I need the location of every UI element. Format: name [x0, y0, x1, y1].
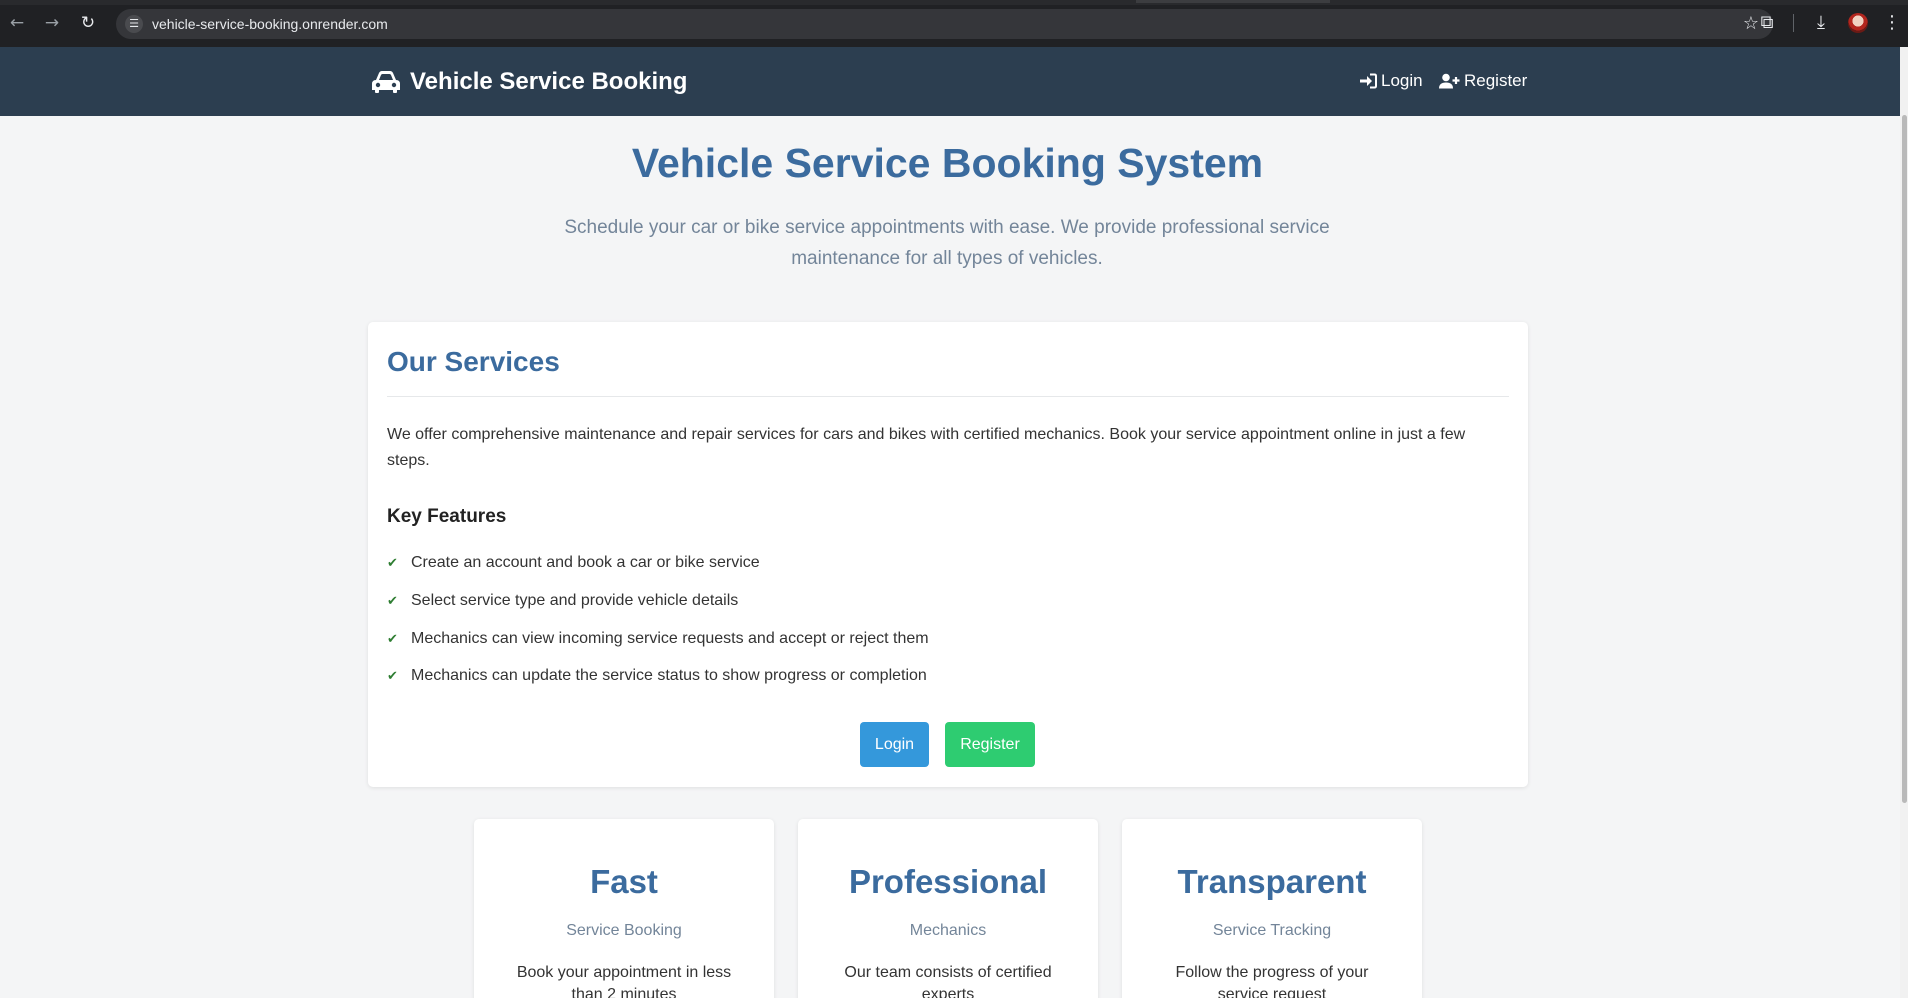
reload-icon[interactable]: ↻: [78, 13, 98, 33]
feature-tile-professional: Professional Mechanics Our team consists…: [798, 819, 1098, 998]
tile-title: Fast: [590, 863, 658, 900]
feature-item: ✔ Mechanics can update the service statu…: [387, 667, 927, 685]
key-features-title: Key Features: [387, 506, 507, 527]
profile-avatar[interactable]: [1848, 13, 1868, 33]
feature-tile-fast: Fast Service Booking Book your appointme…: [474, 819, 774, 998]
feature-text: Select service type and provide vehicle …: [411, 592, 739, 609]
scrollbar-thumb[interactable]: [1902, 115, 1907, 803]
url-text[interactable]: vehicle-service-booking.onrender.com: [152, 16, 388, 32]
check-icon: ✔: [387, 555, 398, 571]
tile-text: Our team consists of certified experts: [844, 964, 1052, 998]
forward-icon[interactable]: →: [42, 13, 62, 33]
extensions-icon[interactable]: ⧉: [1756, 12, 1778, 34]
feature-tile-transparent: Transparent Service Tracking Follow the …: [1122, 819, 1422, 998]
tile-text: Follow the progress of your service requ…: [1175, 964, 1369, 998]
services-card: Our Services We offer comprehensive main…: [368, 322, 1528, 787]
nav-register-label: Register: [1464, 71, 1528, 90]
menu-kebab-icon[interactable]: ⋮: [1883, 12, 1901, 34]
check-icon: ✔: [387, 593, 398, 609]
tile-subtitle: Service Tracking: [1212, 922, 1332, 939]
brand-name: Vehicle Service Booking: [410, 68, 688, 95]
feature-text: Create an account and book a car or bike…: [411, 554, 760, 571]
site-navbar: Vehicle Service Booking Login Register: [0, 47, 1900, 116]
tile-text: Book your appointment in less than 2 min…: [516, 964, 732, 998]
feature-text: Mechanics can view incoming service requ…: [411, 630, 929, 647]
nav-login-label: Login: [1381, 71, 1423, 90]
brand-link[interactable]: Vehicle Service Booking: [370, 67, 687, 97]
user-plus-icon: [1439, 73, 1460, 89]
nav-login-link[interactable]: Login: [1359, 71, 1423, 91]
back-icon[interactable]: ←: [7, 13, 27, 33]
feature-item: ✔ Create an account and book a car or bi…: [387, 554, 760, 572]
nav-register-link[interactable]: Register: [1439, 71, 1527, 91]
services-title: Our Services: [387, 346, 560, 377]
browser-toolbar: ← → ↻ ☰ vehicle-service-booking.onrender…: [0, 0, 1908, 47]
page-title: Vehicle Service Booking System: [631, 140, 1264, 186]
feature-text: Mechanics can update the service status …: [411, 667, 927, 684]
tile-title: Professional: [848, 863, 1048, 900]
address-bar[interactable]: ☰ vehicle-service-booking.onrender.com ☆: [116, 9, 1773, 39]
tile-title: Transparent: [1177, 863, 1367, 900]
check-icon: ✔: [387, 668, 398, 684]
toolbar-divider: [1793, 14, 1794, 32]
tile-subtitle: Service Booking: [566, 922, 682, 939]
feature-item: ✔ Mechanics can view incoming service re…: [387, 630, 929, 648]
check-icon: ✔: [387, 631, 398, 647]
register-button[interactable]: Register: [945, 722, 1035, 767]
active-tab-indicator: [1136, 0, 1330, 3]
download-icon[interactable]: ⤓: [1810, 12, 1832, 34]
page-subtitle: Schedule your car or bike service appoin…: [564, 217, 1330, 269]
site-info-icon[interactable]: ☰: [125, 15, 143, 33]
divider: [387, 396, 1509, 397]
sign-in-icon: [1360, 73, 1377, 89]
tile-subtitle: Mechanics: [909, 922, 987, 939]
services-description: We offer comprehensive maintenance and r…: [387, 426, 1466, 469]
car-icon: [372, 71, 400, 93]
feature-item: ✔ Select service type and provide vehicl…: [387, 592, 738, 610]
tab-strip: [0, 0, 1908, 5]
login-button[interactable]: Login: [860, 722, 929, 767]
